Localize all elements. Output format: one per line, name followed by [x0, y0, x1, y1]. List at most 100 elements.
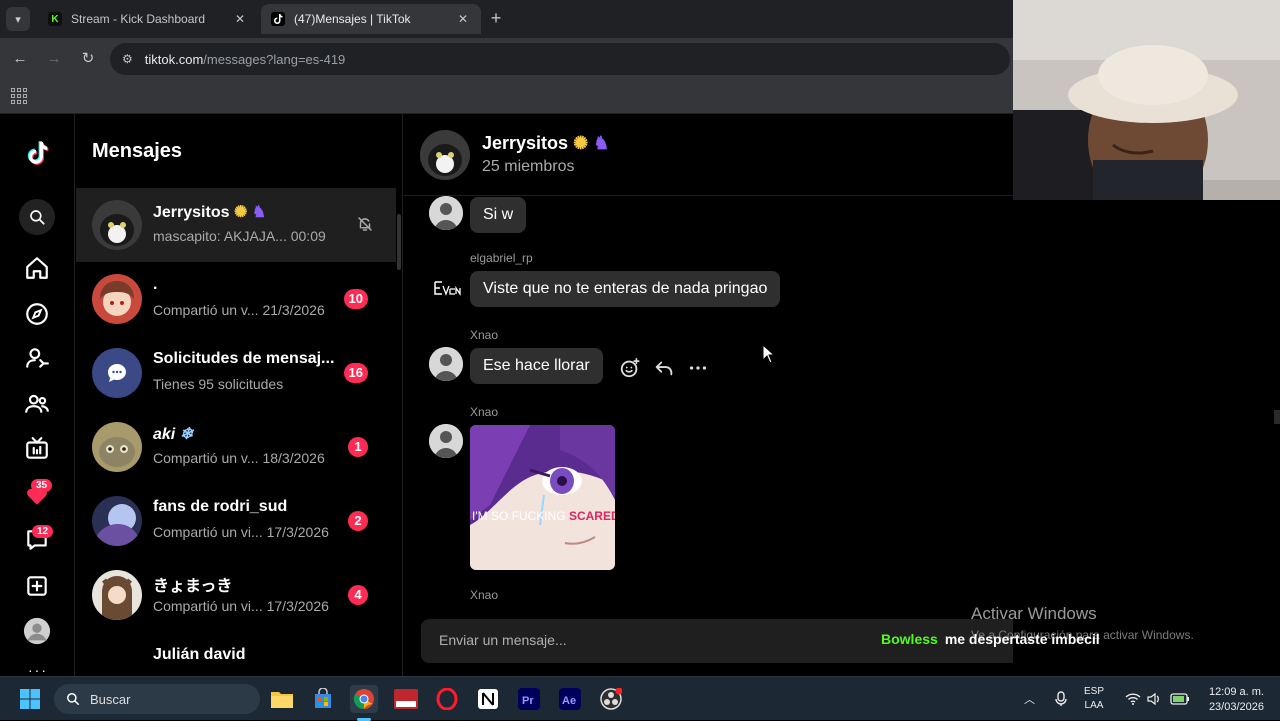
url-field[interactable]: ⚙ tiktok.com /messages?lang=es-419 — [110, 43, 1010, 75]
svg-text:Ae: Ae — [562, 695, 576, 707]
alert-username: Bowless — [881, 631, 938, 647]
more-options-icon[interactable] — [686, 356, 710, 380]
group-avatar[interactable] — [420, 130, 470, 180]
message-username: elgabriel_rp — [470, 251, 533, 265]
search-icon[interactable] — [19, 199, 55, 235]
url-path: /messages?lang=es-419 — [203, 51, 346, 67]
input-language[interactable]: ESP LAA — [1084, 685, 1104, 713]
conversation-item[interactable]: . Compartió un v... 21/3/2026 10 — [76, 262, 396, 336]
apps-grid-icon[interactable] — [11, 88, 27, 104]
conversation-item[interactable]: きょまっき Compartió un vi... 17/3/2026 4 — [76, 558, 396, 632]
system-clock[interactable]: 12:09 a. m. 23/03/2026 — [1200, 685, 1264, 715]
message-bubble[interactable]: Viste que no te enteras de nada pringao — [470, 271, 781, 307]
taskbar-search[interactable]: Buscar — [54, 684, 260, 714]
sender-avatar[interactable] — [429, 347, 463, 381]
close-icon[interactable]: ✕ — [232, 12, 248, 26]
notion-icon[interactable] — [474, 685, 502, 713]
messages-badge: 12 — [32, 525, 54, 538]
reload-icon[interactable]: ↻ — [77, 48, 99, 70]
conversation-name: Julián david — [153, 646, 246, 663]
webcam-overlay — [1013, 0, 1280, 200]
message-actions — [618, 356, 710, 380]
inbox-badge: 35 — [31, 479, 53, 492]
message-username: Xnao — [470, 405, 499, 419]
page-scrollbar[interactable] — [1274, 410, 1280, 424]
show-hidden-icons[interactable]: ︿ — [1024, 677, 1035, 721]
conversation-preview: Compartió un v... 18/3/2026 — [153, 450, 325, 466]
following-icon[interactable] — [22, 343, 52, 373]
file-explorer-icon[interactable] — [268, 685, 296, 713]
site-settings-icon[interactable]: ⚙ — [122, 52, 133, 66]
tiktok-side-nav: 35 12 ··· — [0, 114, 75, 678]
conversation-item[interactable]: Jerrysitos ✺ ♞ mascapito: AKJAJA... 00:0… — [76, 188, 396, 262]
url-host: tiktok.com — [144, 51, 204, 67]
friends-icon[interactable] — [22, 389, 52, 419]
windows-start-icon[interactable] — [16, 685, 44, 713]
wifi-icon[interactable] — [1125, 677, 1141, 721]
battery-icon[interactable] — [1170, 677, 1190, 721]
live-icon[interactable] — [22, 434, 52, 464]
after-effects-icon[interactable]: Ae — [556, 685, 584, 713]
message-bubble[interactable]: Ese hace llorar — [470, 348, 603, 384]
premiere-pro-icon[interactable]: Pr — [515, 685, 543, 713]
avatar — [92, 570, 142, 620]
activate-windows-title: Activar Windows — [971, 604, 1097, 623]
unread-count-badge: 16 — [343, 363, 368, 383]
message-input-placeholder: Enviar un mensaje... — [439, 632, 567, 648]
store-icon[interactable] — [309, 685, 337, 713]
home-icon[interactable] — [22, 253, 52, 283]
bookmarks-bar — [0, 80, 1013, 114]
forward-icon[interactable]: → — [43, 48, 65, 70]
reply-icon[interactable] — [652, 356, 676, 380]
profile-avatar[interactable] — [22, 616, 52, 646]
new-tab-button[interactable]: + — [486, 9, 506, 29]
tab-tiktok-messages[interactable]: (47)Mensajes | TikTok ✕ — [261, 4, 481, 34]
sender-avatar[interactable] — [429, 424, 463, 458]
tab-search-button[interactable]: ▾ — [6, 7, 30, 31]
mouse-cursor-icon — [762, 344, 776, 364]
sender-avatar[interactable] — [429, 270, 463, 304]
sender-avatar[interactable] — [429, 196, 463, 230]
group-name[interactable]: Jerrysitos ✺ ♞ — [482, 133, 609, 154]
avatar — [92, 200, 142, 250]
microphone-icon[interactable] — [1054, 677, 1068, 721]
browser-tab-bar: ▾ K Stream - Kick Dashboard ✕ (47)Mensaj… — [0, 0, 1013, 38]
message-username: Xnao — [470, 328, 499, 342]
image-caption: I'M SO FUCKING SCARED — [472, 509, 615, 523]
obs-icon[interactable] — [597, 685, 625, 713]
conversation-item[interactable]: aki ❄ Compartió un v... 18/3/2026 1 — [76, 410, 396, 484]
avatar — [92, 496, 142, 546]
unread-count-badge: 4 — [348, 585, 368, 605]
close-icon[interactable]: ✕ — [455, 12, 471, 26]
scrollbar[interactable] — [397, 214, 401, 270]
chrome-icon[interactable] — [350, 685, 378, 713]
conversation-item[interactable]: fans de rodri_sud Compartió un vi... 17/… — [76, 484, 396, 558]
conversation-item[interactable]: Julián david — [76, 632, 396, 676]
add-reaction-icon[interactable] — [618, 356, 642, 380]
message-requests-icon — [92, 348, 142, 398]
conversation-preview: Compartió un vi... 17/3/2026 — [153, 524, 329, 540]
voicemeeter-icon[interactable] — [392, 685, 420, 713]
tiktok-icon — [271, 12, 285, 26]
back-icon[interactable]: ← — [9, 48, 31, 70]
tab-kick-dashboard[interactable]: K Stream - Kick Dashboard ✕ — [38, 4, 258, 34]
conversation-name: Jerrysitos ✺ ♞ — [153, 204, 267, 221]
image-message[interactable]: I'M SO FUCKING SCARED — [470, 425, 615, 570]
message-username: Xnao — [470, 588, 499, 602]
message-bubble[interactable]: Si w — [470, 197, 527, 233]
conversation-preview: Tienes 95 solicitudes — [153, 376, 284, 392]
windows-taskbar: Buscar Pr Ae ︿ ESP LAA 12:09 a. m. 23/03… — [0, 676, 1280, 721]
upload-icon[interactable] — [22, 571, 52, 601]
conversation-preview: Compartió un vi... 17/3/2026 — [153, 598, 329, 614]
volume-icon[interactable] — [1147, 677, 1161, 721]
conversation-name: . — [153, 276, 158, 293]
member-count[interactable]: 25 miembros — [482, 158, 574, 176]
avatar — [92, 422, 142, 472]
opera-icon[interactable] — [433, 685, 461, 713]
conversation-item[interactable]: Solicitudes de mensaj... Tienes 95 solic… — [76, 336, 396, 410]
unread-count-badge: 10 — [343, 289, 368, 309]
chat-header: Jerrysitos ✺ ♞ 25 miembros — [404, 114, 1013, 196]
tiktok-logo-icon[interactable] — [22, 138, 52, 168]
muted-bell-icon — [358, 217, 372, 231]
explore-icon[interactable] — [22, 299, 52, 329]
